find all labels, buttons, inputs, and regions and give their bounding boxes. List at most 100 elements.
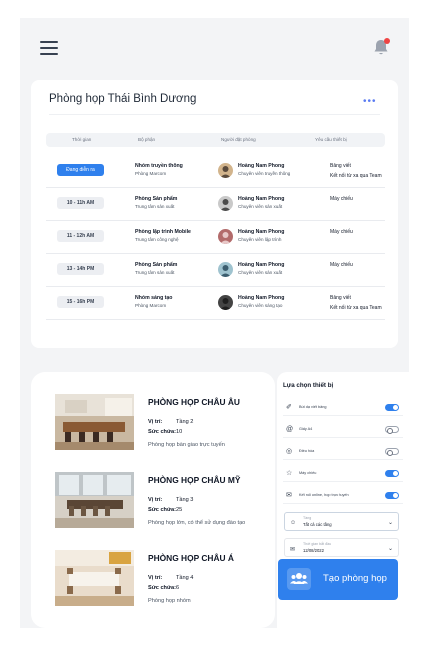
location-label: Vị trí:	[148, 575, 163, 581]
calendar-icon: ✉	[290, 547, 296, 553]
equipment-label: Bút dạ viết bảng	[299, 405, 327, 409]
department-cell: Nhóm truyền thông Phòng Marcom	[135, 163, 183, 176]
chevron-down-icon: ⌄	[387, 520, 393, 526]
bell-icon[interactable]	[373, 38, 390, 56]
equipment-label: Máy chiếu	[299, 471, 317, 475]
floor-field-value: Tất cả các tầng	[303, 522, 332, 527]
booker-cell: Hoàng Nam Phong Chuyên viên sản xuất	[238, 196, 284, 209]
booker-cell: Hoàng Nam Phong Chuyên viên sáng tạo	[238, 295, 284, 308]
room-capacity: 10	[176, 429, 183, 435]
room-photo	[55, 472, 134, 528]
booker-name: Hoàng Nam Phong	[238, 262, 285, 268]
room-name: PHÒNG HỌP CHÂU MỸ	[148, 475, 241, 485]
divider	[49, 114, 380, 115]
floor-select[interactable]: ☺ Tầng Tất cả các tầng ⌄	[284, 512, 399, 531]
room-meta: Vị trí: Tầng 2 Sức chứa:10	[148, 419, 193, 439]
room-meta: Vị trí: Tầng 4 Sức chứa:6	[148, 575, 193, 595]
avatar	[218, 196, 233, 211]
department-sub: Trung tâm sản xuất	[135, 204, 175, 209]
equipment-item-paper: @ Giấy A4	[283, 422, 403, 438]
equipment-request: Máy chiếu	[330, 229, 353, 235]
room-location: Tầng 4	[176, 575, 194, 581]
notification-dot	[384, 38, 390, 44]
toggle-projector[interactable]	[385, 470, 399, 477]
time-slot-badge: 11 - 12h AM	[57, 230, 104, 242]
marker-icon: ✐	[286, 404, 292, 411]
table-row[interactable]: 10 - 11h AM Phòng Sản phẩm Trung tâm sản…	[46, 188, 385, 221]
room-photo	[55, 550, 134, 606]
table-row[interactable]: 11 - 12h AM Phòng lập trình Mobile Trung…	[46, 221, 385, 254]
equipment-item-air-conditioner: ◎ Điều hòa	[283, 444, 403, 460]
room-card-europe[interactable]: PHÒNG HỌP CHÂU ÂU Vị trí: Tầng 2 Sức chứa…	[55, 394, 255, 454]
time-slot-badge: 13 - 14h PM	[57, 263, 104, 275]
room-description: Phòng họp nhóm	[148, 598, 191, 604]
equipment-item-online-meeting: ✉ Kết nối online, họp trực tuyến	[283, 488, 403, 504]
location-label: Vị trí:	[148, 497, 163, 503]
toggle-paper[interactable]	[385, 426, 399, 434]
column-header-dept: Bộ phận	[138, 137, 156, 142]
rooms-card: PHÒNG HỌP CHÂU ÂU Vị trí: Tầng 2 Sức chứa…	[31, 372, 275, 628]
department-name: Nhóm sáng tạo	[135, 295, 173, 301]
equipment-request-cell: Bảng viết Kết nối từ xa qua Team	[330, 163, 382, 183]
booker-role: Chuyên viên sản xuất	[238, 270, 283, 275]
booker-cell: Hoàng Nam Phong Chuyên viên sản xuất	[238, 262, 284, 275]
equipment-request-cell: Máy chiếu	[330, 229, 353, 239]
department-cell: Phòng Sản phẩm Trung tâm sản xuất	[135, 196, 177, 209]
toggle-marker[interactable]	[385, 404, 399, 411]
equipment-request: Máy chiếu	[330, 196, 353, 202]
room-capacity: 6	[176, 585, 180, 591]
avatar	[218, 262, 233, 277]
room-card-america[interactable]: PHÒNG HỌP CHÂU MỸ Vị trí: Tầng 3 Sức chứa…	[55, 472, 255, 532]
avatar	[218, 163, 233, 178]
room-capacity: 25	[176, 507, 183, 513]
hamburger-menu-icon[interactable]	[40, 41, 58, 55]
booker-cell: Hoàng Nam Phong Chuyên viên truyền thông	[238, 163, 290, 176]
equipment-label: Điều hòa	[299, 449, 315, 453]
start-date-field[interactable]: ✉ Thời gian bắt đầu 12/08/2022 ⌄	[284, 538, 399, 557]
equipment-request: Kết nối từ xa qua Team	[330, 173, 382, 179]
capacity-label: Sức chứa:	[148, 429, 176, 435]
booker-name: Hoàng Nam Phong	[238, 295, 285, 301]
table-row[interactable]: 13 - 14h PM Phòng Sản phẩm Trung tâm sản…	[46, 254, 385, 287]
more-options-icon[interactable]: •••	[363, 96, 377, 107]
equipment-label: Kết nối online, họp trực tuyến	[299, 493, 349, 497]
department-sub: Trung tâm sản xuất	[135, 270, 175, 275]
air-conditioner-icon: ◎	[286, 448, 293, 455]
department-name: Phòng lập trình Mobile	[135, 229, 191, 235]
column-header-booker: Người đặt phòng	[221, 137, 256, 142]
create-meeting-room-button[interactable]: Tạo phòng họp	[278, 559, 398, 600]
chevron-down-icon: ⌄	[387, 546, 393, 552]
department-cell: Phòng Sản phẩm Trung tâm sản xuất	[135, 262, 177, 275]
equipment-request: Máy chiếu	[330, 262, 353, 268]
date-field-label: Thời gian bắt đầu	[303, 542, 332, 546]
create-meeting-room-label: Tạo phòng họp	[323, 573, 387, 584]
booker-cell: Hoàng Nam Phong Chuyên viên lập trình	[238, 229, 284, 242]
booker-name: Hoàng Nam Phong	[238, 163, 285, 169]
column-header-time: Thời gian	[72, 137, 92, 142]
equipment-request-cell: Máy chiếu	[330, 196, 353, 206]
booker-role: Chuyên viên lập trình	[238, 237, 282, 242]
toggle-online-meeting[interactable]	[385, 492, 399, 499]
equipment-request: Bảng viết	[330, 295, 351, 301]
room-title: Phòng họp Thái Bình Dương	[49, 93, 197, 105]
department-cell: Nhóm sáng tạo Phòng Marcom	[135, 295, 172, 308]
equipment-request-cell: Máy chiếu	[330, 262, 353, 272]
room-card-asia[interactable]: PHÒNG HỌP CHÂU Á Vị trí: Tầng 4 Sức chứa:…	[55, 550, 255, 610]
department-sub: Phòng Marcom	[135, 303, 167, 308]
room-photo	[55, 394, 134, 450]
table-row[interactable]: 15 - 16h PM Nhóm sáng tạo Phòng Marcom H…	[46, 287, 385, 320]
status-badge: Đang diễn ra	[57, 164, 104, 176]
department-name: Phòng Sản phẩm	[135, 196, 178, 202]
time-slot-badge: 15 - 16h PM	[57, 296, 104, 308]
room-location: Tầng 3	[176, 497, 194, 503]
department-cell: Phòng lập trình Mobile Trung tâm công ng…	[135, 229, 191, 242]
equipment-item-marker: ✐ Bút dạ viết bảng	[283, 400, 403, 416]
table-row[interactable]: Đang diễn ra Nhóm truyền thông Phòng Mar…	[46, 155, 385, 188]
equipment-request: Kết nối từ xa qua Team	[330, 305, 382, 311]
booker-role: Chuyên viên sáng tạo	[238, 303, 283, 308]
online-meeting-icon: ✉	[286, 492, 292, 499]
booker-role: Chuyên viên sản xuất	[238, 204, 283, 209]
toggle-air-conditioner[interactable]	[385, 448, 399, 456]
booker-name: Hoàng Nam Phong	[238, 229, 285, 235]
room-name: PHÒNG HỌP CHÂU ÂU	[148, 397, 240, 407]
